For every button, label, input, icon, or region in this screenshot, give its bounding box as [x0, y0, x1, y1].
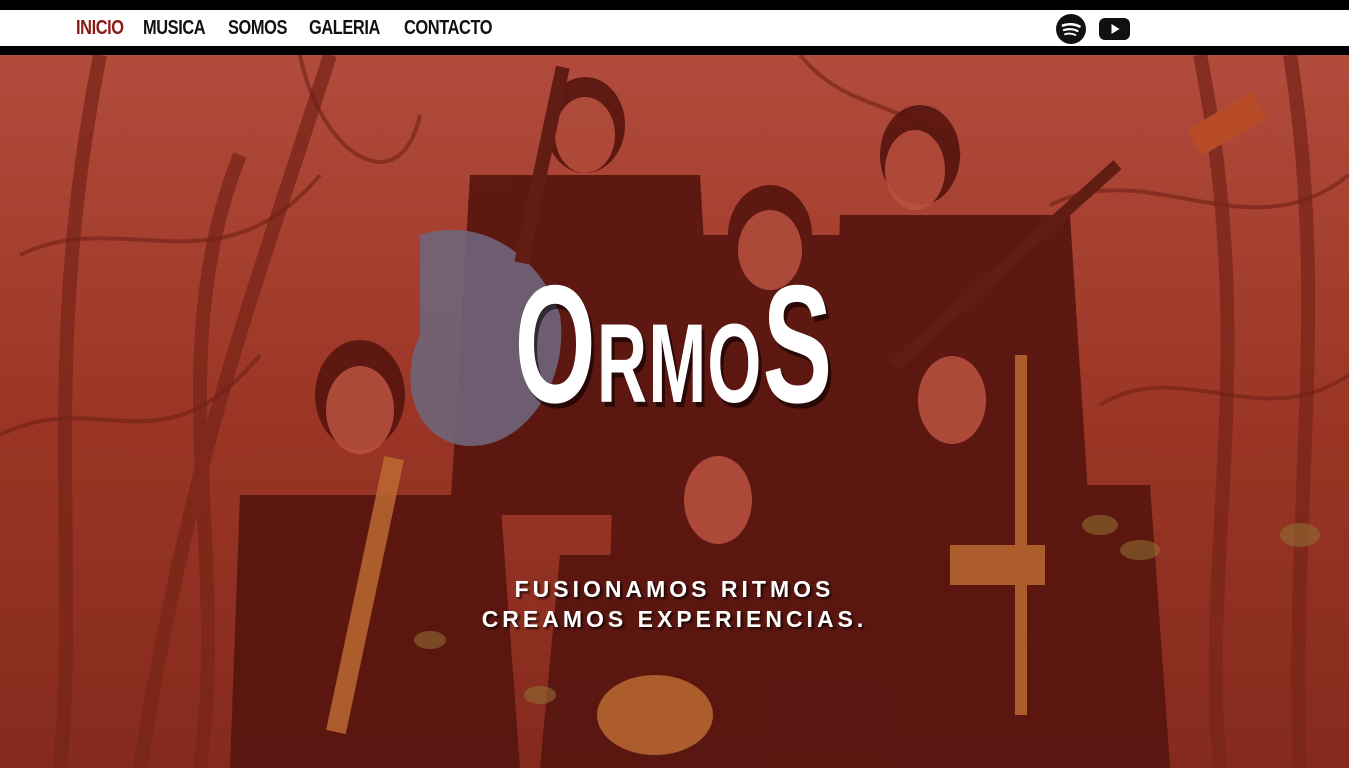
band-logo: ORMOS: [0, 260, 1349, 428]
nav-item-musica[interactable]: MUSICA: [143, 17, 206, 40]
hero-tagline: FUSIONAMOS RITMOS CREAMOS EXPERIENCIAS.: [0, 574, 1349, 634]
logo-part-3: S: [763, 250, 834, 438]
nav-item-galeria[interactable]: GALERIA: [309, 17, 380, 40]
nav-item-inicio[interactable]: INICIO: [76, 17, 124, 40]
youtube-icon[interactable]: [1099, 13, 1130, 44]
spotify-icon[interactable]: [1055, 13, 1086, 44]
hero-section: ORMOS FUSIONAMOS RITMOS CREAMOS EXPERIEN…: [0, 55, 1349, 768]
tagline-line-1: FUSIONAMOS RITMOS: [514, 576, 835, 602]
navbar: INICIO MUSICA SOMOS GALERIA CONTACTO: [0, 10, 1349, 46]
tagline-line-2: CREAMOS EXPERIENCIAS.: [481, 606, 868, 632]
social-links: [1055, 13, 1130, 44]
nav-item-somos[interactable]: SOMOS: [228, 17, 287, 40]
logo-part-1: O: [515, 250, 598, 438]
top-border: [0, 0, 1349, 10]
nav-item-contacto[interactable]: CONTACTO: [404, 17, 493, 40]
nav-bottom-border: [0, 46, 1349, 55]
nav-links: INICIO MUSICA SOMOS GALERIA CONTACTO: [76, 10, 502, 46]
logo-part-2: RMO: [597, 301, 764, 426]
